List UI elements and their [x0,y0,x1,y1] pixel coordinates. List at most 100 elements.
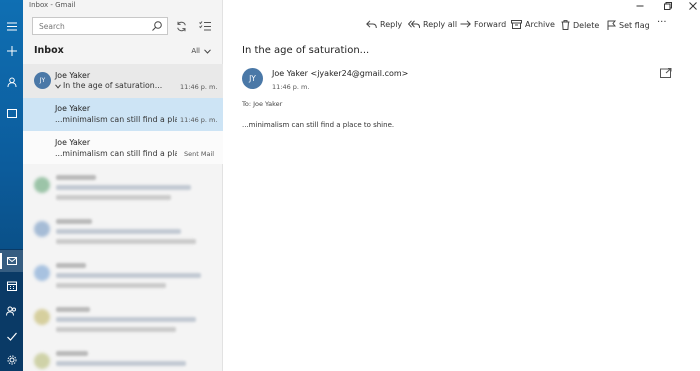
selection-mode-button[interactable] [198,19,212,33]
obscured-text [56,263,86,268]
flag-icon [607,20,616,30]
obscured-text [56,175,96,180]
delete-label: Delete [573,20,600,30]
hamburger-menu-button[interactable] [0,15,23,37]
reply-all-label: Reply all [423,20,458,29]
calendar-app-button[interactable] [0,275,23,297]
filter-label: All [191,47,200,55]
obscured-avatar [34,221,50,237]
calendar-icon [6,281,17,291]
todo-app-button[interactable] [0,325,23,347]
sender-name: Joe Yaker [55,104,91,113]
sync-button[interactable] [174,19,188,33]
more-actions-button[interactable]: ··· [657,17,667,28]
maximize-button[interactable] [664,2,672,13]
obscured-avatar [34,265,50,281]
forward-icon [460,20,471,28]
set-flag-button[interactable]: Set flag [607,20,650,30]
mail-icon [6,257,17,265]
accounts-button[interactable] [0,71,23,93]
obscured-text [56,219,92,224]
obscured-text [56,239,196,244]
sync-icon [176,21,186,31]
settings-icon [7,355,16,365]
chevron-down-icon [204,48,211,54]
obscured-text [56,307,90,312]
folder-header: Inbox [34,45,64,56]
obscured-message-row[interactable] [23,255,223,299]
sender-address[interactable]: Joe Yaker <jyaker24@gmail.com> [272,69,408,78]
popout-icon [660,68,672,78]
message-preview: ...minimalism can still find a place to … [55,149,177,158]
avatar: JY [242,68,263,89]
delete-icon [561,20,570,30]
select-icon [199,21,211,31]
message-row-selected[interactable]: Joe Yaker ...minimalism can still find a… [23,98,223,131]
obscured-text [56,229,181,234]
obscured-text [56,317,196,322]
folder-icon [6,108,17,118]
close-button[interactable] [689,2,697,13]
message-time: 11:46 p. m. [180,116,218,124]
obscured-text [56,351,88,356]
archive-icon [511,20,522,29]
recipient-line: To: Joe Yaker [242,100,283,108]
forward-button[interactable]: Forward [460,20,506,29]
received-time: 11:46 p. m. [272,83,310,91]
obscured-message-row[interactable] [23,299,223,343]
reply-label: Reply [380,20,403,29]
sender-name: Joe Yaker [55,71,91,80]
obscured-text [56,185,191,190]
email-subject: In the age of saturation... [242,45,370,56]
search-placeholder: Search [39,22,65,31]
delete-button[interactable]: Delete [561,20,599,30]
popout-button[interactable] [660,68,672,80]
message-preview: ...minimalism can still find a place to … [55,115,177,124]
compose-icon [6,46,17,56]
person-icon [7,77,16,87]
hamburger-icon [6,22,17,30]
email-body: ...minimalism can still find a place to … [242,121,395,129]
archive-button[interactable]: Archive [511,20,555,29]
search-input[interactable]: Search [32,17,168,35]
message-time: 11:46 p. m. [180,83,218,91]
obscured-message-row[interactable] [23,167,223,211]
message-list-pane: Inbox - Gmail Search Inbox All JY Joe Ya… [23,0,223,371]
obscured-avatar [34,177,50,193]
folders-button[interactable] [0,102,23,124]
obscured-avatar [34,353,50,369]
todo-icon [6,332,17,341]
obscured-message-row[interactable] [23,211,223,255]
people-icon [6,306,16,316]
search-icon[interactable] [151,20,163,32]
window-title: Inbox - Gmail [29,1,76,9]
minimize-button[interactable] [636,2,644,13]
reply-button[interactable]: Reply [366,20,402,29]
forward-label: Forward [474,20,507,29]
reading-pane: Reply Reply all Forward Archive Delete S… [224,0,700,371]
obscured-text [56,327,176,332]
message-folder: Sent Mail [184,150,215,158]
conversation-row[interactable]: JY Joe Yaker In the age of saturation...… [23,64,223,98]
chevron-down-icon[interactable] [55,84,61,89]
settings-button[interactable] [0,349,23,371]
reply-icon [366,20,377,29]
message-row[interactable]: Joe Yaker ...minimalism can still find a… [23,131,223,164]
obscured-text [56,361,186,366]
set-flag-label: Set flag [619,20,650,30]
sender-name: Joe Yaker [55,138,91,147]
obscured-text [56,195,171,200]
obscured-text [56,283,166,288]
mail-app-button[interactable] [0,250,23,272]
close-icon [689,2,697,10]
reply-all-button[interactable]: Reply all [408,20,457,29]
archive-label: Archive [525,20,555,29]
message-subject: In the age of saturation... [63,81,163,90]
restore-icon [664,2,672,10]
people-app-button[interactable] [0,300,23,322]
obscured-message-row[interactable] [23,343,223,371]
nav-rail [0,0,23,371]
new-mail-button[interactable] [0,40,23,62]
minimize-icon [636,5,644,7]
filter-dropdown[interactable]: All [191,47,211,55]
